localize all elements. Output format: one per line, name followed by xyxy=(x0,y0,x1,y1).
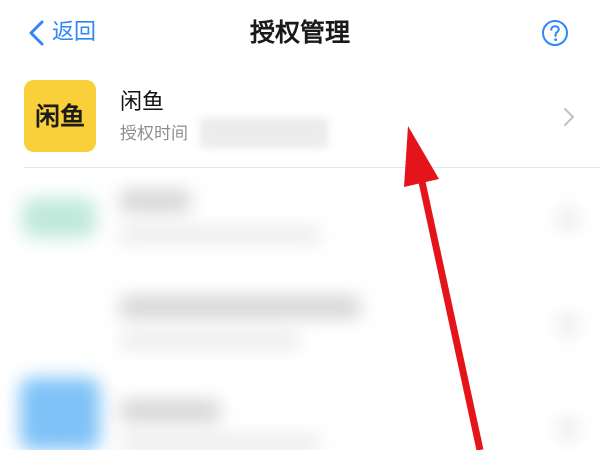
blurred-chevron xyxy=(560,208,576,230)
blurred-text xyxy=(120,400,220,422)
chevron-right-icon xyxy=(562,106,576,128)
blurred-text xyxy=(120,190,190,212)
page-title: 授权管理 xyxy=(249,18,350,47)
blurred-app-icon xyxy=(20,378,100,450)
authorized-app-row[interactable]: 闲鱼 闲鱼 授权时间 xyxy=(0,66,600,167)
blurred-app-list xyxy=(0,168,600,450)
blurred-chevron xyxy=(560,418,576,440)
app-icon: 闲鱼 xyxy=(24,80,96,152)
app-auth-time: 授权时间 xyxy=(120,124,188,144)
blurred-text xyxy=(120,296,360,318)
blurred-app-icon xyxy=(22,198,96,238)
blurred-text xyxy=(120,436,320,450)
app-name: 闲鱼 xyxy=(120,90,165,115)
help-button[interactable] xyxy=(541,19,569,47)
nav-bar: 返回 授权管理 xyxy=(0,0,600,66)
blurred-text xyxy=(120,334,300,348)
xianyu-logo-icon: 闲鱼 xyxy=(24,80,96,152)
blurred-text xyxy=(120,228,320,242)
help-circle-icon xyxy=(542,20,568,46)
blurred-chevron xyxy=(560,314,576,336)
svg-text:闲鱼: 闲鱼 xyxy=(35,102,85,131)
redacted-auth-time xyxy=(200,118,328,148)
